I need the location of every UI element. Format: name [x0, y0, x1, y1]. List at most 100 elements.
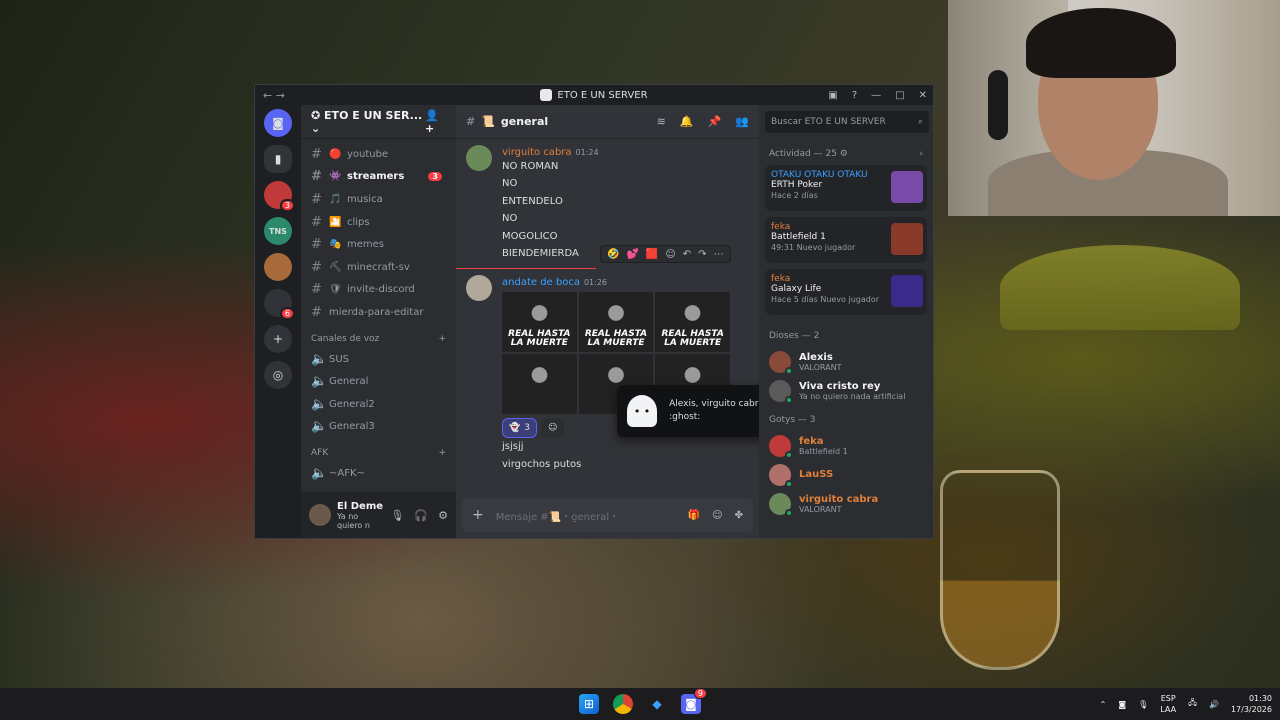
voice-channel[interactable]: 🔈 General3	[307, 416, 450, 439]
channel-streamers[interactable]: # 👾 streamers 3	[307, 166, 450, 189]
bell-icon[interactable]: 🔔	[680, 115, 694, 128]
server-server-3[interactable]	[264, 253, 292, 281]
channel-clips[interactable]: # 🎦 clips	[307, 211, 450, 234]
discord-tray-icon[interactable]: ◙	[1118, 700, 1126, 709]
settings-gear-icon[interactable]: ⚙	[438, 509, 448, 522]
server-server-tns[interactable]: TNS	[264, 217, 292, 245]
forward-icon[interactable]: ↷	[698, 249, 706, 260]
activity-card[interactable]: feka Galaxy Life Hace 5 días Nuevo jugador	[765, 269, 927, 315]
add-server-icon[interactable]: +	[264, 325, 292, 353]
search-input[interactable]: Buscar ETO E UN SERVER ⌕	[765, 111, 929, 133]
explore-icon[interactable]: ◎	[264, 361, 292, 389]
user-avatar[interactable]	[309, 504, 331, 526]
add-attachment-icon[interactable]: +	[472, 507, 484, 523]
user-panel: El Deme Ya no quiero n 🎙 🎧 ⚙	[301, 492, 456, 538]
member-item[interactable]: feka Battlefield 1	[765, 431, 927, 460]
voice-channel[interactable]: 🔈 SUS	[307, 348, 450, 371]
chevron-up-icon[interactable]: ⌃	[1100, 700, 1107, 709]
add-channel-icon[interactable]: +	[438, 448, 446, 458]
headphones-icon[interactable]: 🎧	[414, 509, 428, 522]
clock[interactable]: 01:30 17/3/2026	[1231, 693, 1272, 715]
meme-image[interactable]: REAL HASTA LA MUERTE	[655, 292, 730, 352]
author-avatar[interactable]	[466, 275, 492, 302]
emoji-icon[interactable]: ☺	[712, 510, 722, 521]
language-indicator[interactable]: ESP LAA	[1160, 693, 1176, 715]
author-avatar[interactable]	[466, 145, 492, 171]
laugh-reaction-icon[interactable]: 🤣	[607, 249, 619, 260]
maximize-icon[interactable]: □	[895, 90, 904, 101]
message-input[interactable]: Mensaje #📜・general・	[496, 508, 619, 523]
custom-reaction-icon[interactable]: 🟥	[646, 249, 658, 260]
lang-code: ESP	[1160, 694, 1176, 703]
activity-card[interactable]: OTAKU OTAKU OTAKU ERTH Poker Hace 2 días	[765, 165, 927, 211]
member-name: feka	[799, 435, 824, 447]
network-icon[interactable]: 🖧	[1188, 697, 1197, 711]
channel-name: memes	[347, 239, 384, 251]
channel-mierda-para-editar[interactable]: # mierda-para-editar	[307, 301, 450, 324]
channel-invite-discord[interactable]: # 🛡 invite-discord	[307, 279, 450, 302]
server-server-1[interactable]: 3	[264, 181, 295, 212]
activity-card[interactable]: feka Battlefield 1 49:31 Nuevo jugador	[765, 217, 927, 263]
channel-emoji-icon: 🎦	[329, 216, 342, 228]
meme-image[interactable]: REAL HASTA LA MUERTE	[502, 292, 577, 352]
channel-musica[interactable]: # 🎵 musica	[307, 188, 450, 211]
gift-icon[interactable]: 🎁	[688, 510, 700, 521]
member-item[interactable]: virguito cabra VALORANT	[765, 489, 927, 518]
voice-category[interactable]: Canales de voz +	[307, 324, 450, 348]
discord-taskbar-icon[interactable]: ◙ 9	[681, 688, 707, 714]
more-icon[interactable]: ⋯	[714, 249, 724, 260]
server-server-folder[interactable]: 6	[264, 289, 295, 320]
close-icon[interactable]: ✕	[919, 90, 927, 101]
member-item[interactable]: Viva cristo rey Ya no quiero nada artific…	[765, 376, 927, 405]
author-name[interactable]: virguito cabra	[502, 147, 572, 158]
author-name[interactable]: andate de boca	[502, 277, 580, 288]
chrome-icon[interactable]	[613, 694, 633, 714]
channel-minecraft-sv[interactable]: # ⛏ minecraft-sv	[307, 256, 450, 279]
member-avatar	[769, 379, 793, 404]
help-icon[interactable]: ?	[852, 90, 857, 101]
app-icon[interactable]: ◆	[647, 694, 667, 714]
server-header[interactable]: ✪ ETO E UN SER... ⌄ 👤+	[301, 105, 456, 139]
meme-image[interactable]	[502, 354, 577, 414]
back-forward-icons[interactable]: ← →	[263, 89, 285, 102]
afk-category[interactable]: AFK +	[307, 438, 450, 462]
voice-channel-name: ~AFK~	[329, 467, 365, 479]
meme-image[interactable]: REAL HASTA LA MUERTE	[578, 292, 654, 352]
voice-channel[interactable]: 🔈 General2	[307, 393, 450, 416]
reply-icon[interactable]: ↶	[683, 249, 691, 260]
message-composer[interactable]: + Mensaje #📜・general・ 🎁 ☺ ✤	[462, 498, 753, 532]
channel-memes[interactable]: # 🎭 memes	[307, 233, 450, 256]
apps-icon[interactable]: ✤	[735, 510, 743, 521]
windows-start-icon[interactable]: ⊞	[579, 694, 599, 714]
chat-area: # 📜 general ≋ 🔔 📌 👥 virguito cabra 01:24 …	[456, 105, 933, 538]
threads-icon[interactable]: ≋	[657, 115, 666, 128]
server-dm[interactable]: ▮	[264, 145, 292, 173]
add-channel-icon[interactable]: +	[438, 334, 446, 344]
member-name: virguito cabra	[799, 493, 879, 505]
heart-reaction-icon[interactable]: 💕	[626, 249, 638, 260]
minimize-icon[interactable]: —	[871, 90, 881, 101]
background-lamp	[1000, 245, 1240, 330]
webcam-person-hair	[1026, 8, 1176, 78]
invite-icon[interactable]: 👤+	[425, 109, 446, 135]
hash-icon: #	[311, 191, 322, 207]
add-reaction-icon[interactable]: ☺	[665, 249, 675, 260]
activity-header[interactable]: Actividad — 25 ⚙ ›	[765, 145, 927, 165]
member-item[interactable]: Alexis VALORANT	[765, 347, 927, 376]
channel-youtube[interactable]: # 🔴 youtube	[307, 143, 450, 166]
member-item[interactable]: LauSS	[765, 460, 927, 489]
voice-channel[interactable]: 🔈 General	[307, 370, 450, 393]
inbox-icon[interactable]: ▣	[828, 90, 837, 101]
pin-icon[interactable]: 📌	[708, 115, 722, 128]
mic-tray-icon[interactable]: 🎙	[1138, 700, 1148, 709]
voice-channel[interactable]: 🔈 ~AFK~	[307, 462, 450, 485]
volume-icon[interactable]: 🔊	[1209, 700, 1219, 709]
ghost-reaction[interactable]: 👻 3	[502, 418, 537, 439]
background-glass	[940, 470, 1060, 670]
server-badge: 6	[279, 307, 295, 320]
members-icon[interactable]: 👥	[735, 115, 749, 128]
add-reaction-button[interactable]: ☺	[540, 418, 565, 439]
microphone-icon[interactable]: 🎙	[390, 509, 404, 522]
channel-emoji-icon: 👾	[329, 171, 342, 183]
server-discord-home[interactable]: ◙	[264, 109, 292, 137]
